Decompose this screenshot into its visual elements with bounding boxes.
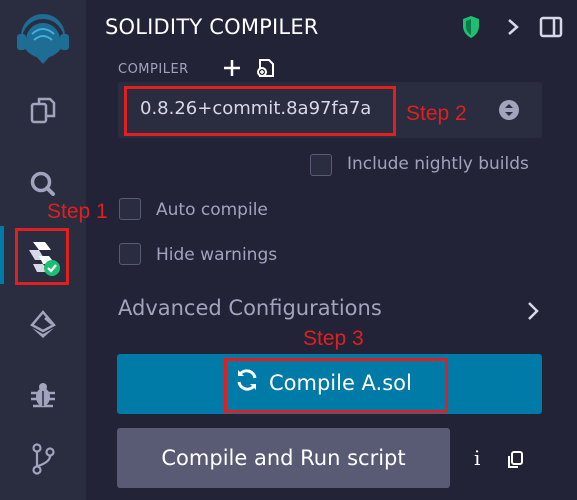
step3-label: Step 3 — [303, 327, 364, 350]
step1-highlight — [15, 228, 69, 285]
search-icon[interactable] — [0, 170, 86, 198]
panel-toggle-icon[interactable] — [539, 16, 563, 42]
step2-highlight — [124, 86, 396, 136]
remix-logo-icon[interactable] — [0, 10, 86, 66]
panel-title: SOLIDITY COMPILER — [105, 15, 319, 39]
hide-warnings-checkbox[interactable] — [119, 243, 141, 265]
auto-compile-label: Auto compile — [156, 200, 268, 220]
step3-highlight — [224, 358, 448, 413]
deploy-run-icon[interactable] — [0, 310, 86, 340]
step2-label: Step 2 — [406, 102, 467, 125]
step1-label: Step 1 — [47, 200, 108, 223]
info-icon[interactable]: i — [474, 446, 480, 470]
hide-warnings-label: Hide warnings — [156, 245, 278, 265]
file-explorer-icon[interactable] — [0, 96, 86, 124]
git-icon[interactable] — [0, 442, 86, 476]
shield-icon — [461, 15, 481, 43]
compiler-label: COMPILER — [118, 62, 189, 77]
nightly-builds-label: Include nightly builds — [347, 154, 529, 174]
compile-and-run-label: Compile and Run script — [161, 446, 406, 470]
auto-compile-checkbox[interactable] — [119, 198, 141, 220]
chevron-right-icon[interactable] — [506, 17, 520, 41]
compiler-panel: SOLIDITY COMPILER COMPILER 0.8.26+commit… — [86, 0, 577, 500]
advanced-configurations-toggle[interactable]: Advanced Configurations — [118, 296, 382, 320]
debugger-icon[interactable] — [0, 380, 86, 410]
plus-icon[interactable] — [222, 58, 242, 82]
compile-and-run-button[interactable]: Compile and Run script — [117, 428, 450, 488]
select-arrows-icon — [498, 99, 520, 125]
chevron-right-icon[interactable] — [526, 300, 540, 326]
nightly-builds-checkbox[interactable] — [310, 154, 332, 176]
custom-compiler-icon[interactable] — [254, 57, 276, 83]
copy-icon[interactable] — [506, 450, 524, 474]
